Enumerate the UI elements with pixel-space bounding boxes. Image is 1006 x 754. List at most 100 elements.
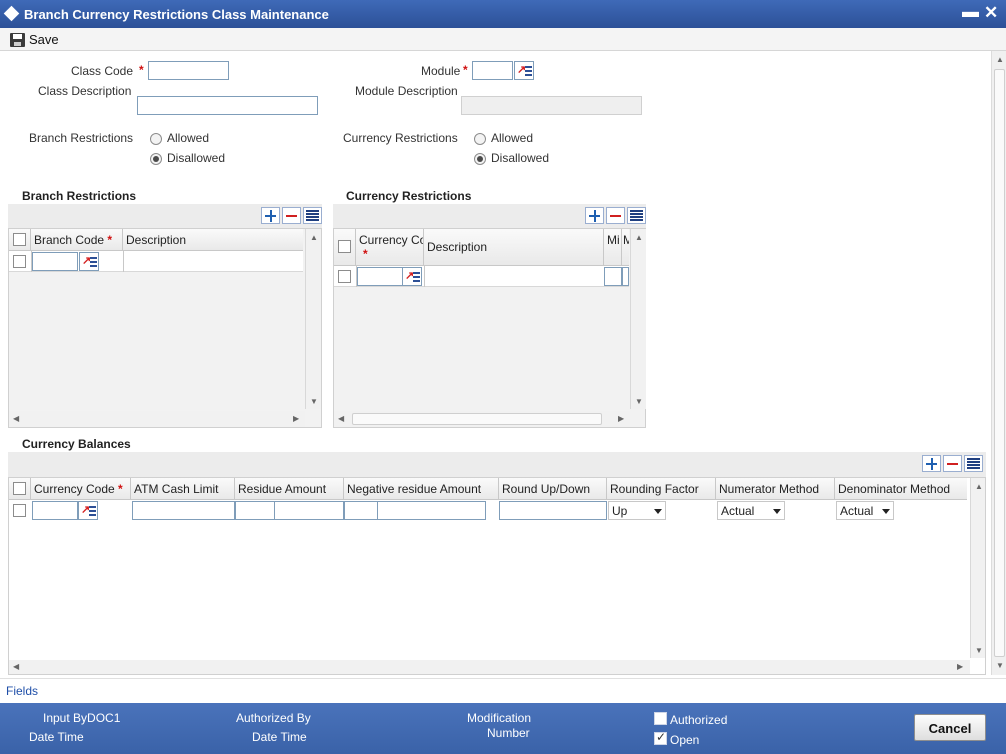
currency-grid-vscroll[interactable]: ▲ ▼ (630, 229, 646, 409)
currency-single-view-button[interactable] (627, 207, 646, 224)
fields-link[interactable]: Fields (6, 684, 38, 698)
negative-residue-currency-input[interactable] (344, 501, 378, 520)
branch-grid-toolbar (8, 204, 322, 228)
balances-delete-row-button[interactable] (943, 455, 962, 472)
branch-header-description: Description (126, 233, 187, 247)
currency-select-all-checkbox[interactable] (338, 240, 351, 253)
branch-row-checkbox[interactable] (13, 255, 26, 268)
branch-allowed-label: Allowed (167, 131, 210, 145)
balances-currency-code-input[interactable] (32, 501, 78, 520)
round-up-down-input[interactable] (499, 501, 607, 520)
module-required-mark: * (463, 63, 468, 77)
module-input[interactable] (472, 61, 513, 80)
balances-header-negative-residue: Negative residue Amount (344, 478, 499, 500)
scroll-up-icon[interactable]: ▲ (310, 233, 318, 242)
branch-grid-header: Branch Code * Description (9, 229, 303, 251)
class-code-input[interactable] (148, 61, 229, 80)
denominator-method-select[interactable]: Actual (836, 501, 894, 520)
currency-grid-toolbar (333, 204, 646, 228)
branch-add-row-button[interactable] (261, 207, 280, 224)
currency-header-max: M (623, 233, 629, 247)
authorized-label: Authorized (670, 713, 728, 727)
save-button[interactable]: Save (10, 31, 59, 48)
chevron-down-icon (882, 509, 890, 514)
authorized-checkbox[interactable] (654, 712, 667, 725)
balances-grid-vscroll[interactable]: ▲ ▼ (970, 478, 985, 658)
authorized-date-time-label: Date Time (252, 730, 307, 744)
currency-row-checkbox[interactable] (338, 270, 351, 283)
currency-restrictions-grid: Currency Co * Description Mi M ↗ ▲ ▼ ◀ ▶ (333, 228, 646, 428)
balances-select-all-checkbox[interactable] (13, 482, 26, 495)
open-checkbox[interactable] (654, 730, 667, 745)
scroll-thumb[interactable] (352, 413, 602, 425)
cancel-button[interactable]: Cancel (914, 714, 986, 741)
balances-header-round-up-down: Round Up/Down (499, 478, 607, 500)
balances-header-numerator-method: Numerator Method (716, 478, 835, 500)
class-code-required-mark: * (139, 63, 144, 77)
scroll-left-icon[interactable]: ◀ (13, 414, 19, 423)
branch-allowed-radio[interactable] (150, 133, 162, 145)
class-description-input[interactable] (137, 96, 318, 115)
currency-grid-hscroll[interactable]: ◀ ▶ (334, 411, 630, 427)
scroll-right-icon[interactable]: ▶ (618, 414, 624, 423)
scroll-down-icon[interactable]: ▼ (996, 661, 1004, 670)
chevron-down-icon (773, 509, 781, 514)
branch-code-lov-button[interactable]: ↗ (79, 252, 99, 271)
scroll-left-icon[interactable]: ◀ (338, 414, 344, 423)
currency-disallowed-radio[interactable] (474, 153, 486, 165)
currency-add-row-button[interactable] (585, 207, 604, 224)
date-time-label: Date Time (29, 730, 84, 744)
currency-allowed-radio[interactable] (474, 133, 486, 145)
minimize-icon[interactable]: ▬ (962, 2, 979, 22)
scroll-down-icon[interactable]: ▼ (310, 397, 318, 406)
rounding-factor-select[interactable]: Up (608, 501, 666, 520)
residue-currency-input[interactable] (235, 501, 275, 520)
numerator-method-select[interactable]: Actual (717, 501, 785, 520)
branch-single-view-button[interactable] (303, 207, 322, 224)
audit-footer: Input ByDOC1 Date Time Authorized By Dat… (0, 703, 1006, 754)
module-description-label: Module Description (355, 84, 458, 98)
branch-code-input[interactable] (32, 252, 78, 271)
scroll-left-icon[interactable]: ◀ (13, 662, 19, 671)
close-icon[interactable]: ✕ (984, 3, 998, 23)
scroll-up-icon[interactable]: ▲ (975, 482, 983, 491)
branch-disallowed-label: Disallowed (167, 151, 226, 165)
app-diamond-icon (3, 5, 20, 22)
balances-header-rounding-factor: Rounding Factor (607, 478, 716, 500)
balances-row-checkbox[interactable] (13, 504, 26, 517)
branch-header-select (9, 229, 31, 251)
scroll-right-icon[interactable]: ▶ (957, 662, 963, 671)
currency-code-lov-button[interactable]: ↗ (402, 267, 422, 286)
fields-bar: Fields (0, 678, 1006, 703)
branch-select-all-checkbox[interactable] (13, 233, 26, 246)
currency-grid-header: Currency Co * Description Mi M (334, 229, 629, 266)
main-vertical-scrollbar[interactable]: ▲ ▼ (991, 51, 1006, 675)
balances-single-view-button[interactable] (964, 455, 983, 472)
scroll-up-icon[interactable]: ▲ (996, 55, 1004, 64)
scroll-down-icon[interactable]: ▼ (635, 397, 643, 406)
scroll-right-icon[interactable]: ▶ (293, 414, 299, 423)
scroll-thumb[interactable] (994, 69, 1005, 657)
balances-grid-hscroll[interactable]: ◀ ▶ (9, 660, 970, 674)
currency-restrictions-label: Currency Restrictions (343, 131, 458, 145)
module-lov-button[interactable]: ↗ (514, 61, 534, 80)
branch-disallowed-radio[interactable] (150, 153, 162, 165)
branch-grid-vscroll[interactable]: ▲ ▼ (305, 229, 321, 409)
branch-delete-row-button[interactable] (282, 207, 301, 224)
currency-min-input[interactable] (604, 267, 622, 286)
scroll-down-icon[interactable]: ▼ (975, 646, 983, 655)
atm-cash-limit-input[interactable] (132, 501, 235, 520)
currency-table-row: ↗ (334, 266, 629, 287)
title-bar: Branch Currency Restrictions Class Maint… (0, 0, 1006, 28)
currency-delete-row-button[interactable] (606, 207, 625, 224)
scroll-up-icon[interactable]: ▲ (635, 233, 643, 242)
negative-residue-amount-input[interactable] (377, 501, 486, 520)
lov-list-icon (413, 272, 420, 282)
branch-grid-hscroll[interactable]: ◀ ▶ (9, 411, 305, 427)
balances-add-row-button[interactable] (922, 455, 941, 472)
currency-max-input[interactable] (622, 267, 629, 286)
save-label: Save (29, 32, 59, 47)
currency-code-input[interactable] (357, 267, 403, 286)
residue-amount-input[interactable] (274, 501, 344, 520)
balances-currency-lov-button[interactable]: ↗ (78, 501, 98, 520)
